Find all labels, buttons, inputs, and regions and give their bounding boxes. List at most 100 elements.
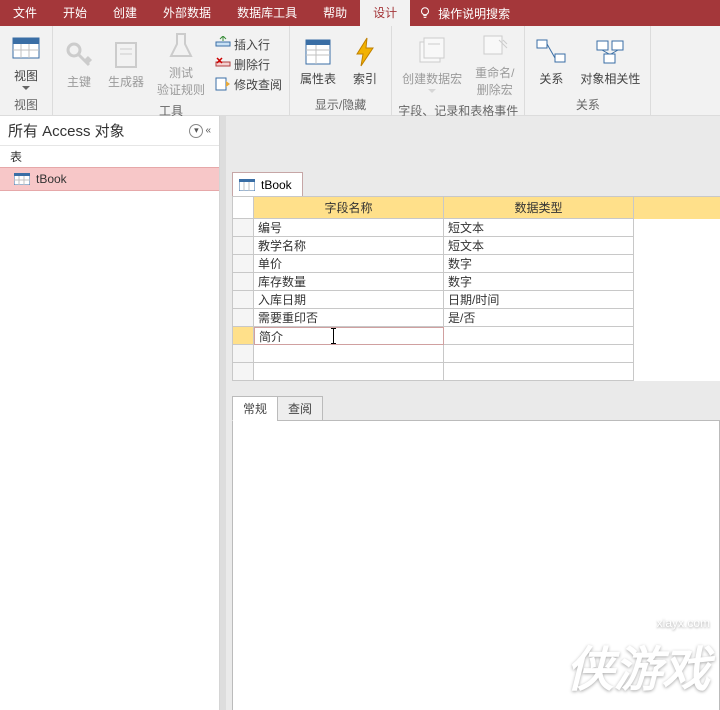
field-name-cell[interactable] [254,345,444,363]
object-tab-tbook[interactable]: tBook [232,172,303,196]
tell-me-search[interactable]: 操作说明搜索 [410,5,518,22]
header-field-name[interactable]: 字段名称 [254,197,444,219]
delete-rows-button[interactable]: 删除行 [212,55,285,74]
nav-title: 所有 Access 对象 [8,120,189,141]
row-selector[interactable] [232,255,254,273]
field-grid: 字段名称 数据类型 编号短文本教学名称短文本单价数字库存数量数字入库日期日期/时… [232,196,720,381]
row-selector[interactable] [232,291,254,309]
primary-key-button[interactable]: 主键 [57,37,101,92]
relationships-icon [535,36,567,68]
tab-home[interactable]: 开始 [50,0,100,26]
field-name-cell[interactable]: 库存数量 [254,273,444,291]
field-name-cell[interactable]: 入库日期 [254,291,444,309]
row-selector[interactable] [232,363,254,381]
create-macro-button[interactable]: 创建数据宏 [396,34,468,95]
tab-create[interactable]: 创建 [100,0,150,26]
data-type-cell[interactable] [444,345,634,363]
field-name-cell[interactable]: 简介 [254,327,444,345]
table-row: 入库日期日期/时间 [232,291,720,309]
insert-rows-button[interactable]: 插入行 [212,35,285,54]
ribbon-tabs: 文件 开始 创建 外部数据 数据库工具 帮助 设计 操作说明搜索 [0,0,720,26]
table-row: 单价数字 [232,255,720,273]
builder-icon [110,39,142,71]
test-rules-button[interactable]: 测试 验证规则 [151,28,211,100]
field-name-cell[interactable]: 需要重印否 [254,309,444,327]
table-row [232,345,720,363]
tab-dbtools[interactable]: 数据库工具 [224,0,310,26]
chevron-down-icon [428,89,436,93]
field-name-cell[interactable]: 教学名称 [254,237,444,255]
table-row: 需要重印否是/否 [232,309,720,327]
bulb-icon [418,6,432,20]
ribbon-group-relations: 关系 对象相关性 关系 [525,26,651,115]
delete-rows-label: 删除行 [234,56,270,73]
data-type-cell[interactable]: 日期/时间 [444,291,634,309]
field-name-cell[interactable]: 编号 [254,219,444,237]
builder-label: 生成器 [108,73,144,90]
view-label: 视图 [14,67,38,84]
nav-header[interactable]: 所有 Access 对象 ▾ « [0,116,219,146]
relationships-label: 关系 [539,70,563,87]
nav-item-tbook[interactable]: tBook [0,167,219,191]
rename-macro-button[interactable]: 重命名/ 删除宏 [469,28,520,100]
object-tab-label: tBook [261,178,292,192]
header-data-type[interactable]: 数据类型 [444,197,634,219]
pk-label: 主键 [67,73,91,90]
modify-lookup-button[interactable]: 修改查阅 [212,75,285,94]
select-all-cell[interactable] [232,197,254,219]
rename-icon [479,30,511,62]
tab-help[interactable]: 帮助 [310,0,360,26]
datasheet-icon [10,33,42,65]
data-type-cell[interactable]: 短文本 [444,237,634,255]
table-row [232,363,720,381]
data-type-cell[interactable]: 数字 [444,255,634,273]
view-button[interactable]: 视图 [4,31,48,92]
propsheet-label: 属性表 [300,70,336,87]
nav-item-label: tBook [36,172,67,186]
group-label-showhide: 显示/隐藏 [294,94,387,115]
row-selector[interactable] [232,273,254,291]
data-type-cell[interactable] [444,363,634,381]
table-row: 教学名称短文本 [232,237,720,255]
nav-section-tables[interactable]: 表 [0,146,219,167]
data-type-cell[interactable] [444,327,634,345]
dependencies-button[interactable]: 对象相关性 [574,34,646,89]
tab-file[interactable]: 文件 [0,0,50,26]
property-sheet-button[interactable]: 属性表 [294,34,342,89]
row-selector[interactable] [232,327,254,345]
data-type-cell[interactable]: 是/否 [444,309,634,327]
field-name-cell[interactable] [254,363,444,381]
test-label: 测试 验证规则 [157,64,205,98]
nav-filter-icon[interactable]: ▾ [189,124,203,138]
ribbon-group-events: 创建数据宏 重命名/ 删除宏 字段、记录和表格事件 [392,26,525,115]
macro-icon [416,36,448,68]
nav-collapse-icon[interactable]: « [205,125,211,136]
chevron-down-icon [22,86,30,90]
delete-row-icon [215,56,231,72]
key-icon [63,39,95,71]
tab-design[interactable]: 设计 [360,0,410,26]
builder-button[interactable]: 生成器 [102,37,150,92]
insert-row-icon [215,36,231,52]
data-type-cell[interactable]: 数字 [444,273,634,291]
rename-macro-label: 重命名/ 删除宏 [475,64,514,98]
splitter[interactable] [220,116,226,710]
field-name-cell[interactable]: 单价 [254,255,444,273]
data-type-cell[interactable]: 短文本 [444,219,634,237]
row-selector[interactable] [232,237,254,255]
ribbon: 视图 视图 主键 生成器 测试 验证规则 插入行 [0,26,720,116]
tab-external[interactable]: 外部数据 [150,0,224,26]
insert-rows-label: 插入行 [234,36,270,53]
table-row: 简介 [232,327,720,345]
flask-icon [165,30,197,62]
relationships-button[interactable]: 关系 [529,34,573,89]
row-selector[interactable] [232,219,254,237]
row-selector[interactable] [232,345,254,363]
ribbon-group-tools: 主键 生成器 测试 验证规则 插入行 删除行 [53,26,290,115]
indexes-button[interactable]: 索引 [343,34,387,89]
table-row: 编号短文本 [232,219,720,237]
prop-tab-lookup[interactable]: 查阅 [277,396,323,421]
property-content[interactable] [232,420,720,710]
prop-tab-general[interactable]: 常规 [232,396,278,421]
row-selector[interactable] [232,309,254,327]
